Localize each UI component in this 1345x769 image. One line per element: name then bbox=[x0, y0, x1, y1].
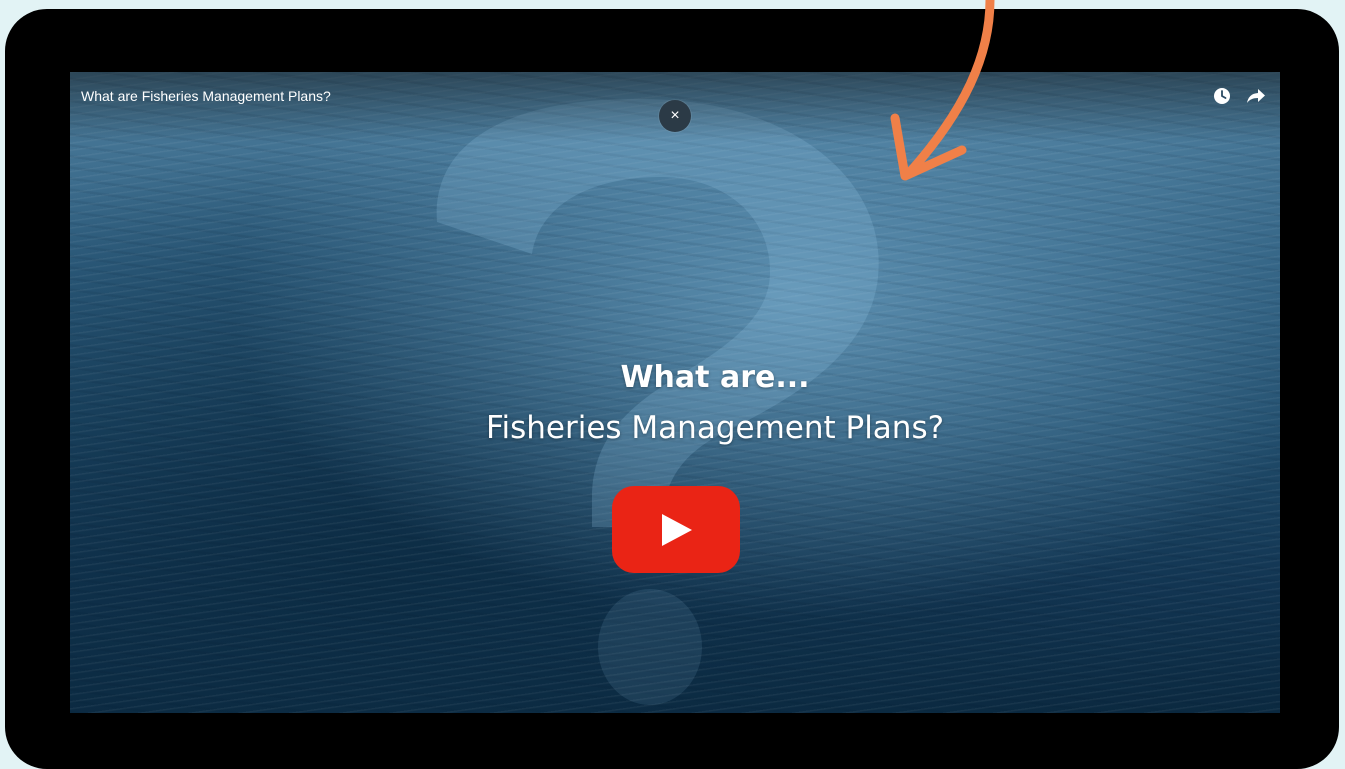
youtube-play-icon bbox=[662, 513, 692, 546]
video-top-controls bbox=[1212, 86, 1266, 106]
video-player[interactable]: What are Fisheries Management Plans? × W… bbox=[70, 72, 1280, 713]
play-button[interactable] bbox=[612, 486, 740, 573]
video-headline-line1: What are... bbox=[620, 360, 810, 395]
device-frame: What are Fisheries Management Plans? × W… bbox=[5, 9, 1339, 769]
clock-icon[interactable] bbox=[1212, 86, 1232, 106]
close-icon: × bbox=[670, 107, 680, 124]
video-title-link[interactable]: What are Fisheries Management Plans? bbox=[81, 88, 331, 104]
close-button[interactable]: × bbox=[659, 100, 691, 132]
video-headline-line2: Fisheries Management Plans? bbox=[485, 410, 945, 446]
share-arrow-icon[interactable] bbox=[1246, 86, 1266, 106]
